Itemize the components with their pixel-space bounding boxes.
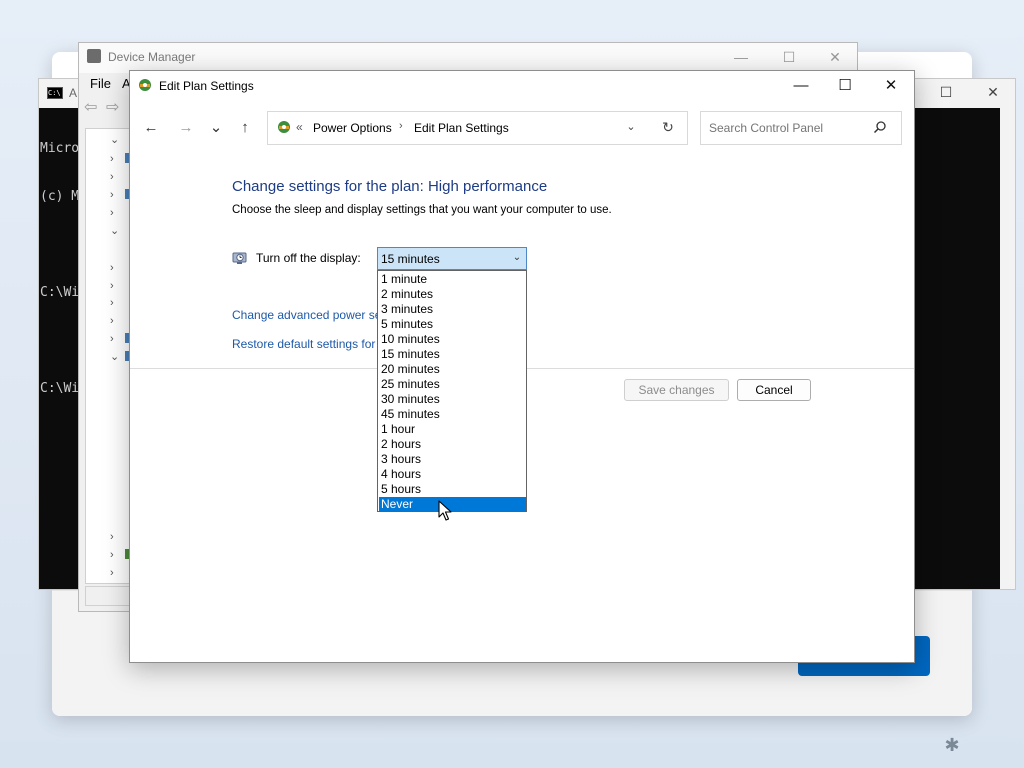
option-10-minutes[interactable]: 10 minutes [379, 332, 526, 347]
close-icon[interactable]: ✕ [985, 84, 1001, 100]
expand-chevron-icon[interactable]: › [110, 208, 120, 219]
cmd-title: A [69, 86, 78, 100]
maximize-icon[interactable]: ☐ [833, 77, 857, 95]
address-dropdown-icon[interactable]: ⌄ [623, 120, 639, 133]
maximize-icon[interactable]: ☐ [938, 84, 954, 100]
breadcrumb-edit-plan-settings[interactable]: Edit Plan Settings [414, 121, 509, 135]
option-45-minutes[interactable]: 45 minutes [379, 407, 526, 422]
display-timeout-value: 15 minutes [381, 252, 440, 266]
close-icon[interactable]: ✕ [827, 49, 843, 65]
expand-chevron-icon[interactable]: › [110, 263, 120, 274]
page-description: Choose the sleep and display settings th… [232, 204, 612, 216]
accessibility-icon[interactable]: ✱ [940, 733, 964, 757]
cmd-line: ​ [40, 333, 80, 349]
expand-chevron-icon[interactable]: › [110, 568, 120, 579]
search-icon[interactable] [872, 119, 888, 135]
expand-chevron-icon[interactable]: › [110, 172, 120, 183]
back-icon[interactable]: ← [142, 119, 160, 137]
collapse-chevron-icon[interactable]: ⌄ [110, 352, 120, 363]
device-manager-statusbar [85, 586, 130, 606]
refresh-icon[interactable]: ↻ [660, 119, 676, 136]
power-options-icon [139, 79, 151, 91]
save-changes-button[interactable]: Save changes [624, 379, 729, 401]
up-icon[interactable]: ↑ [236, 119, 254, 137]
window-title: Edit Plan Settings [159, 79, 254, 93]
device-manager-icon [87, 49, 101, 63]
cmd-line: C:\Wi [40, 285, 80, 300]
display-clock-icon [232, 252, 247, 264]
expand-chevron-icon[interactable]: › [110, 154, 120, 165]
display-timeout-options[interactable]: 1 minute 2 minutes 3 minutes 5 minutes 1… [377, 270, 527, 512]
page-title: Change settings for the plan: High perfo… [232, 178, 548, 195]
cmd-output: Micro (c) M ​ C:\Wi ​ C:\Wi [40, 109, 80, 413]
option-2-hours[interactable]: 2 hours [379, 437, 526, 452]
cmd-line: Micro [40, 141, 80, 156]
forward-icon[interactable]: → [177, 119, 195, 137]
device-tree[interactable] [85, 128, 130, 584]
mouse-cursor-icon [438, 500, 452, 521]
option-5-hours[interactable]: 5 hours [379, 482, 526, 497]
expand-chevron-icon[interactable]: › [110, 532, 120, 543]
option-30-minutes[interactable]: 30 minutes [379, 392, 526, 407]
power-options-icon [278, 121, 290, 133]
back-arrow-icon[interactable]: ⇦ [84, 100, 100, 116]
option-2-minutes[interactable]: 2 minutes [379, 287, 526, 302]
menu-file[interactable]: File [90, 76, 111, 91]
option-20-minutes[interactable]: 20 minutes [379, 362, 526, 377]
collapse-chevron-icon[interactable]: ⌄ [110, 135, 120, 146]
expand-chevron-icon[interactable]: › [110, 190, 120, 201]
expand-chevron-icon[interactable]: › [110, 550, 120, 561]
expand-chevron-icon[interactable]: › [110, 281, 120, 292]
option-15-minutes[interactable]: 15 minutes [379, 347, 526, 362]
option-1-minute[interactable]: 1 minute [379, 272, 526, 287]
option-5-minutes[interactable]: 5 minutes [379, 317, 526, 332]
option-1-hour[interactable]: 1 hour [379, 422, 526, 437]
minimize-icon[interactable]: — [733, 49, 749, 65]
cancel-button[interactable]: Cancel [737, 379, 811, 401]
breadcrumb-chevron-icon[interactable]: › [399, 120, 403, 132]
chevron-down-icon[interactable]: ⌄ [511, 252, 523, 263]
option-4-hours[interactable]: 4 hours [379, 467, 526, 482]
cmd-icon: C:\ [47, 87, 63, 99]
option-3-hours[interactable]: 3 hours [379, 452, 526, 467]
cmd-line: ​ [40, 237, 80, 253]
option-25-minutes[interactable]: 25 minutes [379, 377, 526, 392]
device-manager-title: Device Manager [108, 50, 196, 64]
forward-arrow-icon[interactable]: ⇨ [106, 100, 122, 116]
cmd-line: C:\Wi [40, 381, 80, 396]
expand-chevron-icon[interactable]: › [110, 316, 120, 327]
restore-defaults-link[interactable]: Restore default settings for t [232, 337, 378, 351]
breadcrumb-overflow-icon[interactable]: « [296, 120, 303, 134]
minimize-icon[interactable]: — [789, 77, 813, 95]
close-icon[interactable]: ✕ [879, 77, 903, 95]
option-3-minutes[interactable]: 3 minutes [379, 302, 526, 317]
cmd-line: (c) M [40, 189, 80, 204]
expand-chevron-icon[interactable]: › [110, 298, 120, 309]
display-timeout-label: Turn off the display: [256, 251, 361, 265]
expand-chevron-icon[interactable]: › [110, 334, 120, 345]
change-advanced-settings-link[interactable]: Change advanced power se [232, 308, 378, 322]
recent-locations-icon[interactable]: ⌄ [207, 119, 225, 137]
maximize-icon[interactable]: ☐ [781, 49, 797, 65]
breadcrumb-power-options[interactable]: Power Options [313, 121, 392, 135]
collapse-chevron-icon[interactable]: ⌄ [110, 226, 120, 237]
